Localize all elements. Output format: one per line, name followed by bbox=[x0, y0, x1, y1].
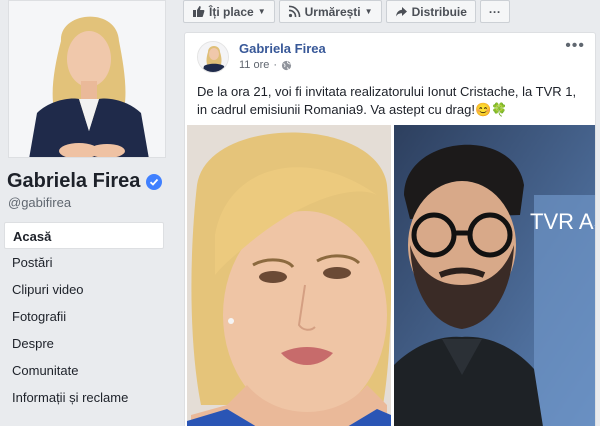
profile-picture[interactable] bbox=[8, 0, 166, 158]
thumbs-up-icon bbox=[193, 6, 205, 17]
woman-portrait-illustration bbox=[187, 125, 391, 426]
post-photo-man[interactable]: TVR AS bbox=[394, 125, 596, 426]
tvr-backdrop-text: TVR AS bbox=[530, 209, 596, 234]
nav-item-informatii-reclame[interactable]: Informații și reclame bbox=[4, 384, 164, 411]
post-author-name[interactable]: Gabriela Firea bbox=[239, 41, 326, 56]
post-options-button[interactable]: ••• bbox=[565, 37, 585, 55]
nav-item-despre[interactable]: Despre bbox=[4, 330, 164, 357]
post-meta: 11 ore · bbox=[239, 59, 292, 71]
more-options-button[interactable]: ··· bbox=[479, 0, 510, 23]
profile-photo-illustration bbox=[9, 1, 165, 157]
globe-icon[interactable] bbox=[281, 60, 292, 71]
page-nav: Acasă Postări Clipuri video Fotografii D… bbox=[4, 222, 164, 411]
share-page-button[interactable]: Distribuie bbox=[385, 0, 476, 23]
share-arrow-icon bbox=[395, 7, 407, 17]
rss-icon bbox=[288, 5, 300, 18]
page-action-bar: Îți place ▼ Urmărești ▼ Distribuie ··· bbox=[183, 0, 510, 24]
follow-page-label: Urmărești bbox=[304, 4, 361, 19]
post-card: Gabriela Firea 11 ore · ••• De la ora 21… bbox=[184, 32, 596, 426]
nav-item-acasa[interactable]: Acasă bbox=[4, 222, 164, 249]
like-page-label: Îți place bbox=[209, 4, 254, 19]
man-portrait-illustration: TVR AS bbox=[394, 125, 596, 426]
nav-item-postari[interactable]: Postări bbox=[4, 249, 164, 276]
post-author-avatar[interactable] bbox=[197, 41, 229, 73]
page-name[interactable]: Gabriela Firea bbox=[7, 170, 163, 193]
follow-page-button[interactable]: Urmărești ▼ bbox=[278, 0, 382, 23]
page-name-text[interactable]: Gabriela Firea bbox=[7, 170, 140, 193]
verified-badge-icon bbox=[146, 173, 163, 190]
post-time[interactable]: 11 ore bbox=[239, 59, 269, 71]
chevron-down-icon: ▼ bbox=[364, 7, 373, 16]
nav-item-fotografii[interactable]: Fotografii bbox=[4, 303, 164, 330]
like-page-button[interactable]: Îți place ▼ bbox=[183, 0, 275, 23]
post-photo-woman[interactable] bbox=[187, 125, 391, 426]
chevron-down-icon: ▼ bbox=[257, 7, 266, 16]
more-options-label: ··· bbox=[488, 4, 501, 19]
page-handle[interactable]: @gabifirea bbox=[8, 195, 71, 210]
nav-item-clipuri-video[interactable]: Clipuri video bbox=[4, 276, 164, 303]
nav-item-comunitate[interactable]: Comunitate bbox=[4, 357, 164, 384]
meta-separator: · bbox=[273, 59, 278, 71]
avatar-illustration bbox=[198, 42, 228, 72]
post-text: De la ora 21, voi fi invitata realizator… bbox=[197, 84, 577, 117]
left-column: Gabriela Firea @gabifirea Acasă Postări … bbox=[0, 0, 172, 426]
share-page-label: Distribuie bbox=[411, 4, 467, 19]
